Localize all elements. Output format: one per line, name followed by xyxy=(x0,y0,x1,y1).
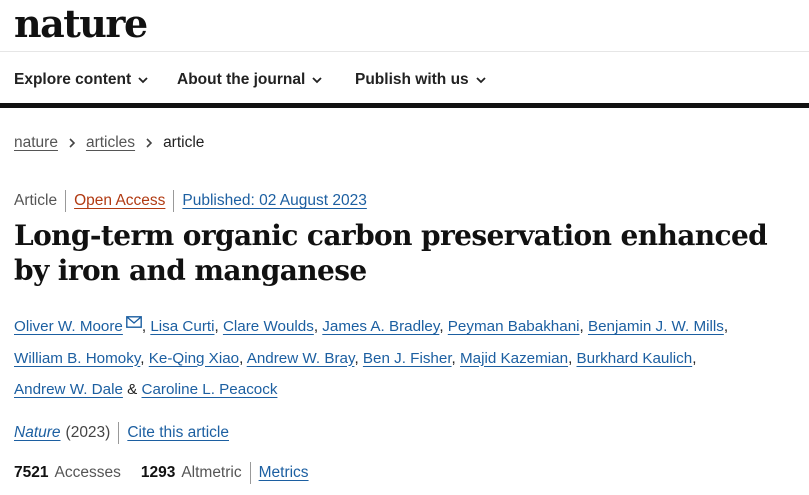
article-title: Long-term organic carbon preservation en… xyxy=(14,219,768,287)
author-link[interactable]: Oliver W. Moore xyxy=(14,318,123,335)
nav-explore-content[interactable]: Explore content xyxy=(14,71,149,89)
nature-logo[interactable]: nature xyxy=(14,2,148,46)
chevron-right-icon xyxy=(146,138,153,148)
author-link[interactable]: William B. Homoky xyxy=(14,350,140,367)
author-link[interactable]: Peyman Babakhani xyxy=(448,318,580,335)
divider xyxy=(65,190,67,212)
breadcrumb: nature articles article xyxy=(14,134,204,152)
open-access-link[interactable]: Open Access xyxy=(74,192,165,210)
accesses-label: Accesses xyxy=(54,464,121,481)
author-link[interactable]: Burkhard Kaulich xyxy=(577,350,693,367)
breadcrumb-articles[interactable]: articles xyxy=(86,134,135,152)
divider xyxy=(173,190,175,212)
author-link[interactable]: Lisa Curti xyxy=(150,318,214,335)
site-header: nature xyxy=(0,0,809,52)
nav-label: About the journal xyxy=(177,71,306,88)
altmetric-score: 1293 xyxy=(140,464,176,481)
author-separator: & xyxy=(127,381,138,398)
cite-article-link[interactable]: Cite this article xyxy=(127,424,229,442)
author-link[interactable]: Majid Kazemian xyxy=(460,350,568,367)
author-link[interactable]: Ben J. Fisher xyxy=(363,350,452,367)
author-link[interactable]: James A. Bradley xyxy=(322,318,439,335)
chevron-right-icon xyxy=(69,138,76,148)
divider xyxy=(118,422,120,444)
author-link[interactable]: Clare Woulds xyxy=(223,318,314,335)
altmetric-label: Altmetric xyxy=(181,464,242,481)
published-date-link[interactable]: Published: 02 August 2023 xyxy=(182,192,366,210)
chevron-down-icon xyxy=(312,77,322,84)
accesses-count: 7521 xyxy=(14,464,49,481)
breadcrumb-current: article xyxy=(163,134,205,151)
article-type: Article xyxy=(14,192,58,209)
mail-icon[interactable] xyxy=(125,316,142,328)
author-link[interactable]: Andrew W. Bray xyxy=(247,350,355,367)
chevron-down-icon xyxy=(138,77,148,84)
breadcrumb-home[interactable]: nature xyxy=(14,134,58,152)
chevron-down-icon xyxy=(476,77,486,84)
journal-year: (2023) xyxy=(65,424,111,441)
author-link[interactable]: Ke-Qing Xiao xyxy=(149,350,239,367)
nav-about-journal[interactable]: About the journal xyxy=(177,71,323,89)
author-link[interactable]: Andrew W. Dale xyxy=(14,381,123,398)
article-meta: Article Open Access Published: 02 August… xyxy=(14,190,367,212)
author-link[interactable]: Caroline L. Peacock xyxy=(142,381,278,398)
author-link[interactable]: Benjamin J. W. Mills xyxy=(588,318,724,335)
nav-label: Publish with us xyxy=(355,71,469,88)
metrics-link[interactable]: Metrics xyxy=(259,464,309,482)
article-metrics: 7521 Accesses 1293 Altmetric Metrics xyxy=(14,462,309,484)
author-list: Oliver W. Moore, Lisa Curti, Clare Would… xyxy=(14,316,729,398)
main-nav: Explore content About the journal Publis… xyxy=(0,52,809,108)
divider xyxy=(249,462,251,484)
journal-info: Nature (2023) Cite this article xyxy=(14,422,229,444)
nav-publish-with-us[interactable]: Publish with us xyxy=(355,71,487,89)
journal-link[interactable]: Nature xyxy=(14,424,61,442)
nav-label: Explore content xyxy=(14,71,132,88)
